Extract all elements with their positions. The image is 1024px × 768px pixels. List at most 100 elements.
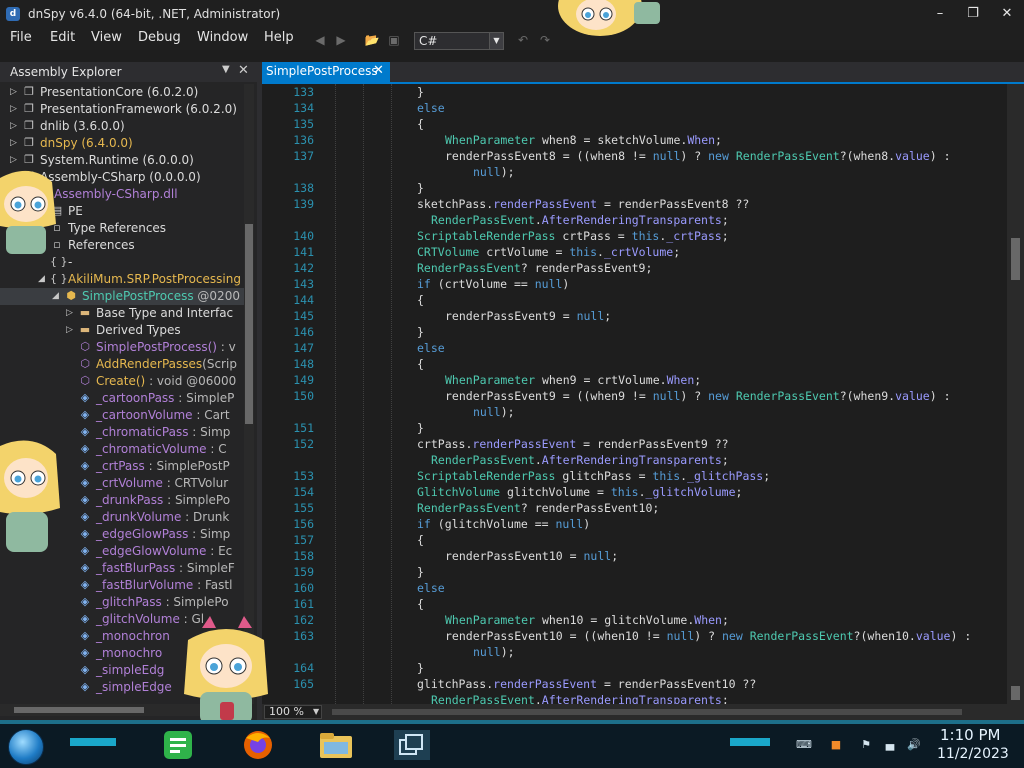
- editor-hscroll-thumb[interactable]: [332, 709, 962, 715]
- field-icon: ◈: [80, 646, 90, 659]
- tree-item-label: PresentationFramework (6.0.2.0): [40, 102, 237, 116]
- tree-item[interactable]: ◈ _fastBlurPass : SimpleF: [0, 560, 244, 577]
- language-select[interactable]: C# ▼: [414, 32, 504, 50]
- tab-simplepostprocess[interactable]: SimplePostProcess ✕: [262, 62, 390, 82]
- expand-arrow-icon[interactable]: ▷: [66, 325, 73, 335]
- expand-arrow-icon[interactable]: ▷: [10, 104, 17, 114]
- explorer-scroll-thumb[interactable]: [245, 224, 253, 424]
- panel-close-icon[interactable]: ✕: [238, 63, 249, 78]
- tree-item[interactable]: ◈ _glitchPass : SimplePo: [0, 594, 244, 611]
- menu-view[interactable]: View: [91, 30, 122, 45]
- volume-icon[interactable]: 🔊: [906, 738, 922, 752]
- window-title: dnSpy v6.4.0 (64-bit, .NET, Administrato…: [28, 7, 281, 21]
- tree-item-name: _chromaticVolume: [96, 442, 207, 456]
- explorer-vertical-scrollbar[interactable]: [244, 84, 254, 704]
- tree-item-label: _monochron: [96, 629, 170, 643]
- tree-item[interactable]: ⬡ SimplePostProcess() : v: [0, 339, 244, 356]
- tree-item[interactable]: ◈ _fastBlurVolume : Fastl: [0, 577, 244, 594]
- app-tray-icon[interactable]: ■: [828, 738, 844, 752]
- clock-time[interactable]: 1:10 PM: [940, 726, 1000, 744]
- back-icon[interactable]: ◀: [312, 32, 328, 48]
- tree-item[interactable]: ◢ { } AkiliMum.SRP.PostProcessing: [0, 271, 244, 288]
- clock-date[interactable]: 11/2/2023: [937, 746, 1009, 762]
- tree-item-name: PE: [68, 204, 83, 218]
- code-text: WhenParameter when9 = crtVolume.When;: [445, 373, 702, 387]
- menu-window[interactable]: Window: [197, 30, 248, 45]
- taskbar-app-notes[interactable]: [156, 728, 200, 762]
- expand-arrow-icon[interactable]: ▷: [10, 87, 17, 97]
- menu-file[interactable]: File: [10, 30, 32, 45]
- tree-item[interactable]: ▷ ▬ Base Type and Interfac: [0, 305, 244, 322]
- expand-arrow-icon[interactable]: ▷: [10, 155, 17, 165]
- taskbar-decoration: [70, 738, 116, 746]
- flag-icon[interactable]: ⚑: [858, 738, 874, 752]
- tree-item-name: _chromaticPass: [96, 425, 189, 439]
- code-line: 134 else: [262, 100, 1007, 116]
- menu-edit[interactable]: Edit: [50, 30, 75, 45]
- file-explorer-icon[interactable]: [314, 728, 358, 762]
- editor-scroll-thumb[interactable]: [1011, 238, 1020, 280]
- save-icon[interactable]: ▣: [386, 32, 402, 48]
- assembly-explorer-title: Assembly Explorer: [10, 65, 122, 79]
- tree-item[interactable]: ◈ _cartoonPass : SimpleP: [0, 390, 244, 407]
- code-line: RenderPassEvent.AfterRenderingTransparen…: [262, 212, 1007, 228]
- tree-item[interactable]: ▷ ❐ dnlib (3.6.0.0): [0, 118, 244, 135]
- assembly-icon: ❐: [24, 102, 34, 115]
- editor-vertical-scrollbar[interactable]: [1007, 84, 1024, 704]
- tree-item[interactable]: ⬡ AddRenderPasses(Scrip: [0, 356, 244, 373]
- close-button[interactable]: ✕: [992, 4, 1022, 24]
- code-line: 165 glitchPass.renderPassEvent = renderPa…: [262, 676, 1007, 692]
- task-view-icon[interactable]: [390, 728, 434, 762]
- tree-item-name: Derived Types: [96, 323, 181, 337]
- code-text: WhenParameter when8 = sketchVolume.When;: [445, 133, 722, 147]
- tree-item[interactable]: ▷ ❐ dnSpy (6.4.0.0): [0, 135, 244, 152]
- line-number: 134: [293, 101, 314, 115]
- minimize-button[interactable]: –: [925, 4, 955, 24]
- menu-help[interactable]: Help: [264, 30, 294, 45]
- expand-arrow-icon[interactable]: ▷: [10, 138, 17, 148]
- panel-menu-icon[interactable]: ▼: [222, 64, 230, 75]
- field-icon: ◈: [80, 493, 90, 506]
- tree-item[interactable]: ▷ ❐ PresentationCore (6.0.2.0): [0, 84, 244, 101]
- collapse-arrow-icon[interactable]: ◢: [52, 291, 59, 301]
- tree-item-name: Base Type and Interfac: [96, 306, 234, 320]
- start-button[interactable]: [8, 729, 44, 765]
- keyboard-icon[interactable]: ⌨: [796, 738, 812, 752]
- method-icon: ⬡: [80, 357, 90, 370]
- line-number: 158: [293, 549, 314, 563]
- code-text: }: [417, 325, 424, 339]
- open-folder-icon[interactable]: 📂: [364, 32, 380, 48]
- network-icon[interactable]: ▄: [882, 738, 898, 752]
- tree-item-type: : void @06000: [145, 374, 237, 388]
- maximize-button[interactable]: ❐: [958, 4, 988, 24]
- code-line: 150 renderPassEvent9 = ((when9 != null) ?…: [262, 388, 1007, 404]
- firefox-icon[interactable]: [236, 728, 280, 762]
- expand-arrow-icon[interactable]: ▷: [66, 308, 73, 318]
- tree-item-name: Assembly-CSharp.dll: [54, 187, 178, 201]
- tree-item[interactable]: ⬡ Create() : void @06000: [0, 373, 244, 390]
- tab-close-icon[interactable]: ✕: [373, 63, 384, 78]
- tree-item-name: _simpleEdge: [96, 680, 172, 694]
- field-icon: ◈: [80, 578, 90, 591]
- code-text: renderPassEvent8 = ((when8 != null) ? ne…: [445, 149, 951, 163]
- explorer-hscroll-thumb[interactable]: [14, 707, 144, 713]
- code-text: crtPass.renderPassEvent = renderPassEven…: [417, 437, 729, 451]
- tree-item[interactable]: ▷ ❐ System.Runtime (6.0.0.0): [0, 152, 244, 169]
- tree-item-type: : Ec: [206, 544, 233, 558]
- line-number: 157: [293, 533, 314, 547]
- code-text: else: [417, 101, 445, 115]
- forward-icon[interactable]: ▶: [333, 32, 349, 48]
- tree-item[interactable]: ▷ ▬ Derived Types: [0, 322, 244, 339]
- code-editor[interactable]: 133} 134 else 135{136 WhenParameter when8 = …: [262, 84, 1007, 704]
- collapse-arrow-icon[interactable]: ◢: [38, 274, 45, 284]
- expand-arrow-icon[interactable]: ▷: [10, 121, 17, 131]
- tree-item[interactable]: ◢ ⬢ SimplePostProcess @0200: [0, 288, 244, 305]
- tree-item[interactable]: ▷ ❐ PresentationFramework (6.0.2.0): [0, 101, 244, 118]
- tree-item[interactable]: ◈ _cartoonVolume : Cart: [0, 407, 244, 424]
- tree-item-type: : Simp: [188, 425, 231, 439]
- menu-debug[interactable]: Debug: [138, 30, 181, 45]
- zoom-select[interactable]: 100 % ▼: [264, 705, 322, 719]
- undo-icon[interactable]: ↶: [515, 32, 531, 48]
- taskbar-trim: [0, 720, 1024, 724]
- tree-item-type: : CRTVolur: [162, 476, 229, 490]
